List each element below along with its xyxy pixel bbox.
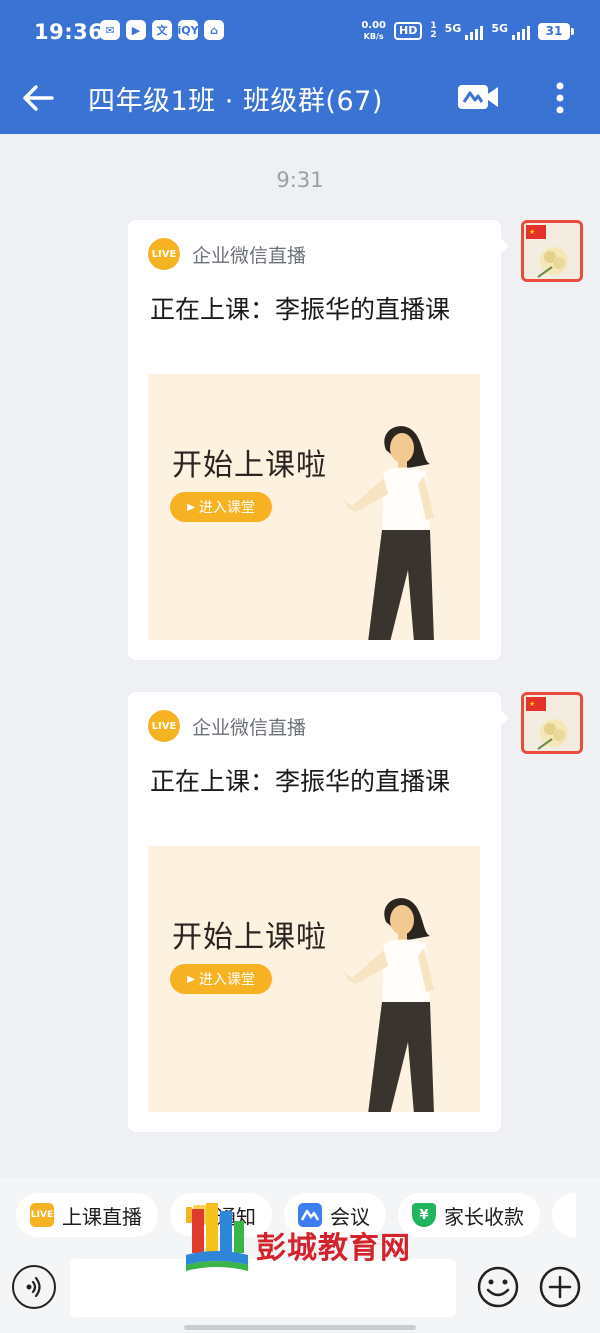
network-speed: 0.00 KB/s — [361, 20, 386, 42]
iqiyi-app-icon: iQY — [177, 20, 199, 40]
more-options-button[interactable] — [548, 76, 572, 120]
card-source-name: 企业微信直播 — [192, 244, 307, 267]
card-source-row: LIVE 企业微信直播 — [148, 238, 306, 270]
signal-2-label: 5G — [491, 22, 508, 35]
home-indicator[interactable] — [184, 1325, 416, 1330]
quick-action-more[interactable] — [552, 1193, 576, 1237]
class-banner[interactable]: 开始上课啦 ▶ 进入课堂 — [148, 374, 480, 640]
avatar-image: ★ — [524, 695, 580, 751]
back-button[interactable] — [18, 78, 58, 118]
sim2-label: 2 — [430, 30, 437, 40]
network-speed-unit: KB/s — [363, 32, 384, 41]
svg-text:★: ★ — [529, 228, 535, 236]
message-timestamp: 9:31 — [276, 168, 324, 192]
sender-avatar[interactable]: ★ — [521, 692, 583, 754]
book-logo-icon — [186, 1203, 248, 1271]
live-icon: LIVE — [30, 1203, 54, 1227]
banner-title: 开始上课啦 — [172, 920, 327, 955]
watermark-logo: 彭城教育网 — [184, 1195, 444, 1275]
sim-indicator: 1 2 — [430, 22, 436, 40]
status-bar: 19:36 ✉ ▶ 文 iQY ⌂ 0.00 KB/s HD 1 2 5G 5G… — [0, 0, 600, 64]
sender-avatar[interactable]: ★ — [521, 220, 583, 282]
status-app-icons: ✉ ▶ 文 iQY ⌂ — [100, 20, 224, 40]
enter-classroom-button[interactable]: ▶ 进入课堂 — [170, 964, 272, 994]
more-actions-button[interactable] — [538, 1265, 582, 1309]
live-badge-icon: LIVE — [148, 238, 180, 270]
video-meeting-button[interactable] — [456, 82, 500, 112]
play-icon: ▶ — [187, 501, 195, 513]
enter-classroom-label: 进入课堂 — [198, 972, 255, 988]
chat-messages: 9:31 ★ LIVE 企业微信直播 正在上课：李振华的直播课 开始上课啦 ▶ … — [0, 134, 600, 1177]
teacher-illustration — [344, 426, 434, 640]
video-app-icon: ▶ — [126, 20, 146, 40]
teacher-illustration — [344, 898, 434, 1112]
plus-circle-icon — [539, 1266, 581, 1308]
smiley-icon — [477, 1266, 519, 1308]
status-indicators: 0.00 KB/s HD 1 2 5G 5G 31 — [361, 20, 574, 42]
home-app-icon: ⌂ — [204, 20, 224, 40]
quick-action-label: 上课直播 — [62, 1204, 142, 1229]
voice-input-button[interactable] — [12, 1265, 56, 1309]
more-vertical-icon — [556, 82, 564, 114]
banner-title: 开始上课啦 — [172, 448, 327, 483]
card-source-name: 企业微信直播 — [192, 716, 307, 739]
battery-icon: 31 — [538, 22, 574, 40]
play-icon: ▶ — [187, 973, 195, 985]
network-speed-value: 0.00 — [361, 20, 387, 31]
live-class-card[interactable]: LIVE 企业微信直播 正在上课：李振华的直播课 开始上课啦 ▶ 进入课堂 — [128, 692, 509, 1132]
live-badge-icon: LIVE — [148, 710, 180, 742]
svg-text:★: ★ — [529, 700, 535, 708]
hd-icon: HD — [394, 22, 423, 40]
signal-1-icon: 5G — [445, 22, 484, 40]
enter-classroom-button[interactable]: ▶ 进入课堂 — [170, 492, 272, 522]
translate-app-icon: 文 — [152, 20, 172, 40]
card-title: 正在上课：李振华的直播课 — [150, 295, 451, 324]
video-meeting-icon — [458, 85, 498, 109]
signal-1-label: 5G — [444, 22, 462, 35]
card-source-row: LIVE 企业微信直播 — [148, 710, 306, 742]
class-banner[interactable]: 开始上课啦 ▶ 进入课堂 — [148, 846, 480, 1112]
enter-classroom-label: 进入课堂 — [198, 500, 255, 516]
arrow-left-icon — [23, 85, 54, 111]
mail-app-icon: ✉ — [100, 20, 120, 40]
status-time: 19:36 — [34, 20, 104, 44]
quick-action-label: 家长收款 — [444, 1204, 524, 1229]
chat-header: 四年级1班 · 班级群(67) — [0, 64, 600, 134]
signal-2-icon: 5G — [491, 22, 530, 40]
avatar-image: ★ — [524, 223, 580, 279]
chat-title: 四年级1班 · 班级群(67) — [88, 86, 383, 117]
live-class-card[interactable]: LIVE 企业微信直播 正在上课：李振华的直播课 开始上课啦 ▶ 进入课堂 — [128, 220, 509, 660]
voice-icon — [26, 1276, 41, 1298]
card-title: 正在上课：李振华的直播课 — [150, 767, 451, 796]
quick-action-live-class[interactable]: LIVE 上课直播 — [16, 1193, 158, 1237]
watermark-text: 彭城教育网 — [256, 1231, 411, 1266]
emoji-button[interactable] — [476, 1265, 520, 1309]
